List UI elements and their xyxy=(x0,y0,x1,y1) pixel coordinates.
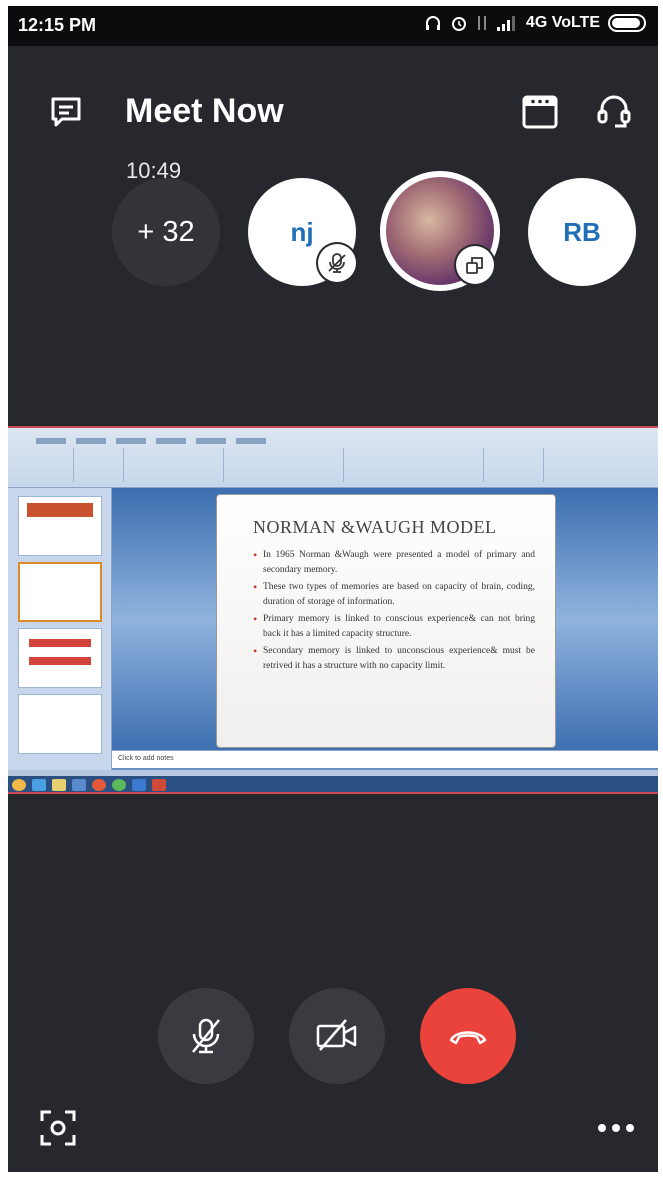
taskbar-app-icon xyxy=(72,779,86,791)
page-title: Meet Now xyxy=(125,92,284,130)
slide-thumbnails xyxy=(8,488,112,770)
video-toggle-button[interactable] xyxy=(289,988,385,1084)
ribbon-tab xyxy=(76,438,106,444)
layout-icon[interactable] xyxy=(518,90,562,134)
battery-icon xyxy=(608,14,646,32)
status-bar: 12:15 PM 4G VoLTE xyxy=(8,6,658,46)
call-screen: 12:15 PM 4G VoLTE Meet Now 10:49 + 32 nj xyxy=(8,6,658,1172)
slide-thumbnail xyxy=(18,628,102,688)
ribbon-tab xyxy=(36,438,66,444)
taskbar-app-icon xyxy=(112,779,126,791)
network-label: 4G VoLTE xyxy=(525,14,600,31)
mic-off-icon xyxy=(192,1018,220,1054)
taskbar-app-icon xyxy=(92,779,106,791)
ribbon-tab xyxy=(196,438,226,444)
slide-title: NORMAN &WAUGH MODEL xyxy=(253,517,497,537)
ribbon-tab xyxy=(156,438,186,444)
chat-icon[interactable] xyxy=(44,90,88,134)
hang-up-icon xyxy=(449,1031,487,1045)
signal-icon xyxy=(496,16,515,31)
slide-thumbnail xyxy=(18,496,102,556)
start-icon xyxy=(12,779,26,791)
status-icons: 4G VoLTE xyxy=(424,14,646,32)
headphones-icon xyxy=(425,16,440,30)
status-time: 12:15 PM xyxy=(18,15,97,35)
ppt-ribbon xyxy=(8,428,658,488)
slide-stage: NORMAN &WAUGH MODEL In 1965 Norman &Waug… xyxy=(112,488,658,750)
taskbar-app-icon xyxy=(52,779,66,791)
slide-thumbnail xyxy=(18,562,102,622)
slide-bullet: Secondary memory is linked to unconsciou… xyxy=(253,644,535,674)
current-slide: NORMAN &WAUGH MODEL In 1965 Norman &Waug… xyxy=(216,494,556,748)
data-arrows-icon xyxy=(477,16,486,30)
switch-view-icon[interactable] xyxy=(456,246,494,284)
ribbon-group xyxy=(124,448,224,482)
slide-bullet: Primary memory is linked to conscious ex… xyxy=(253,612,535,642)
participant-avatar-rb[interactable]: RB xyxy=(528,178,636,286)
taskbar-app-icon xyxy=(132,779,146,791)
call-header: Meet Now xyxy=(8,76,658,146)
slide-bullet: In 1965 Norman &Waugh were presented a m… xyxy=(253,548,535,578)
ribbon-tabs xyxy=(36,438,266,444)
slide-bullet: These two types of memories are based on… xyxy=(253,580,535,610)
more-options-icon[interactable] xyxy=(594,1106,638,1150)
taskbar-app-icon xyxy=(32,779,46,791)
taskbar-app-icon xyxy=(152,779,166,791)
ribbon-group xyxy=(484,448,544,482)
muted-mic-icon xyxy=(318,244,356,282)
slide-bullets: In 1965 Norman &Waugh were presented a m… xyxy=(253,548,535,674)
video-off-icon xyxy=(316,1019,357,1051)
windows-taskbar xyxy=(8,776,658,792)
more-participants-count: + 32 xyxy=(137,215,195,248)
ribbon-tab xyxy=(116,438,146,444)
avatar-initials: nj xyxy=(290,216,314,247)
screenshot-icon[interactable] xyxy=(36,1106,80,1150)
ribbon-tab xyxy=(236,438,266,444)
ribbon-group xyxy=(344,448,484,482)
ribbon-group xyxy=(224,448,344,482)
mute-button[interactable] xyxy=(158,988,254,1084)
avatar-initials: RB xyxy=(563,216,601,247)
ribbon-group xyxy=(14,448,74,482)
slide-thumbnail xyxy=(18,694,102,754)
slide-notes: Click to add notes xyxy=(112,750,658,768)
ribbon-group xyxy=(74,448,124,482)
shared-screen[interactable]: NORMAN &WAUGH MODEL In 1965 Norman &Waug… xyxy=(8,426,658,794)
more-participants-button[interactable]: + 32 xyxy=(112,178,220,286)
end-call-button[interactable] xyxy=(420,988,516,1084)
audio-headset-icon[interactable] xyxy=(592,90,636,134)
alarm-icon xyxy=(451,17,466,31)
